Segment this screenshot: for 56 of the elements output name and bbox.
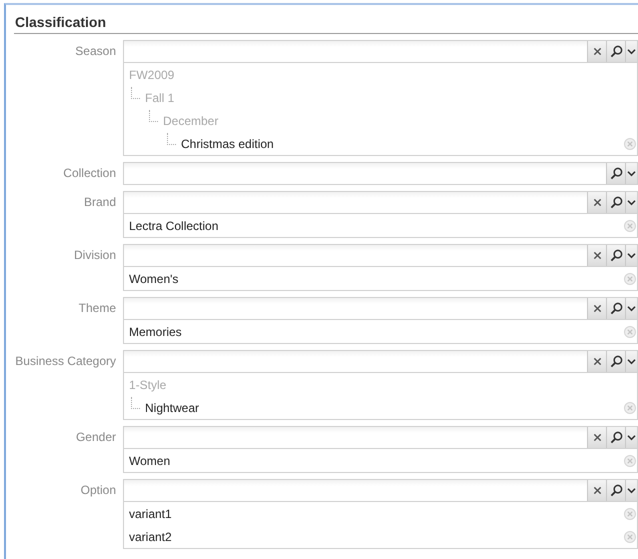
- value-text: Women: [129, 454, 170, 468]
- field-label: Brand: [82, 194, 117, 211]
- lookup-field[interactable]: [123, 191, 638, 214]
- dropdown-caret-icon[interactable]: [625, 245, 637, 266]
- value-text: Christmas edition: [181, 136, 274, 150]
- field-label: Gender: [74, 429, 117, 446]
- tree-connector: [131, 396, 140, 408]
- value-text: FW2009: [129, 68, 174, 82]
- search-icon[interactable]: [606, 480, 625, 501]
- lookup-field[interactable]: [123, 350, 638, 373]
- lookup-field[interactable]: [123, 40, 638, 63]
- field-label: Business Category: [14, 353, 117, 370]
- value-text: Lectra Collection: [129, 218, 218, 232]
- dropdown-caret-icon[interactable]: [625, 298, 637, 319]
- value-text: 1-Style: [129, 378, 166, 392]
- search-icon[interactable]: [606, 351, 625, 372]
- tree-connector: [167, 132, 176, 144]
- tree-connector: [149, 110, 158, 122]
- lookup-field[interactable]: [123, 162, 638, 185]
- search-icon[interactable]: [606, 41, 625, 62]
- search-icon[interactable]: [606, 163, 625, 184]
- search-icon[interactable]: [606, 298, 625, 319]
- clear-icon[interactable]: [587, 480, 606, 501]
- value-text: Women's: [129, 272, 178, 286]
- tree-connector: [131, 86, 140, 98]
- value-text: Fall 1: [145, 90, 174, 104]
- dropdown-caret-icon[interactable]: [625, 163, 637, 184]
- search-icon[interactable]: [606, 245, 625, 266]
- field-label: Theme: [78, 300, 117, 317]
- clear-icon[interactable]: [587, 41, 606, 62]
- search-icon[interactable]: [606, 192, 625, 213]
- value-text: Memories: [129, 324, 182, 338]
- dropdown-caret-icon[interactable]: [625, 427, 637, 448]
- search-icon[interactable]: [606, 427, 625, 448]
- value-text: variant1: [129, 506, 172, 520]
- clear-icon[interactable]: [587, 298, 606, 319]
- value-text: variant2: [129, 530, 172, 544]
- clear-icon[interactable]: [587, 351, 606, 372]
- lookup-field[interactable]: [123, 479, 638, 502]
- dropdown-caret-icon[interactable]: [625, 192, 637, 213]
- lookup-field[interactable]: [123, 244, 638, 267]
- field-label: Season: [74, 43, 117, 60]
- field-label: Collection: [62, 165, 117, 182]
- field-label: Division: [72, 247, 117, 264]
- clear-icon[interactable]: [587, 427, 606, 448]
- clear-icon[interactable]: [587, 192, 606, 213]
- dropdown-caret-icon[interactable]: [625, 480, 637, 501]
- value-text: Nightwear: [145, 400, 200, 414]
- value-text: December: [163, 114, 218, 128]
- dropdown-caret-icon[interactable]: [625, 41, 637, 62]
- dropdown-caret-icon[interactable]: [625, 351, 637, 372]
- lookup-field[interactable]: [123, 297, 638, 320]
- field-label: Option: [80, 482, 117, 499]
- section-title: Classification: [14, 13, 108, 31]
- lookup-field[interactable]: [123, 426, 638, 449]
- clear-icon[interactable]: [587, 245, 606, 266]
